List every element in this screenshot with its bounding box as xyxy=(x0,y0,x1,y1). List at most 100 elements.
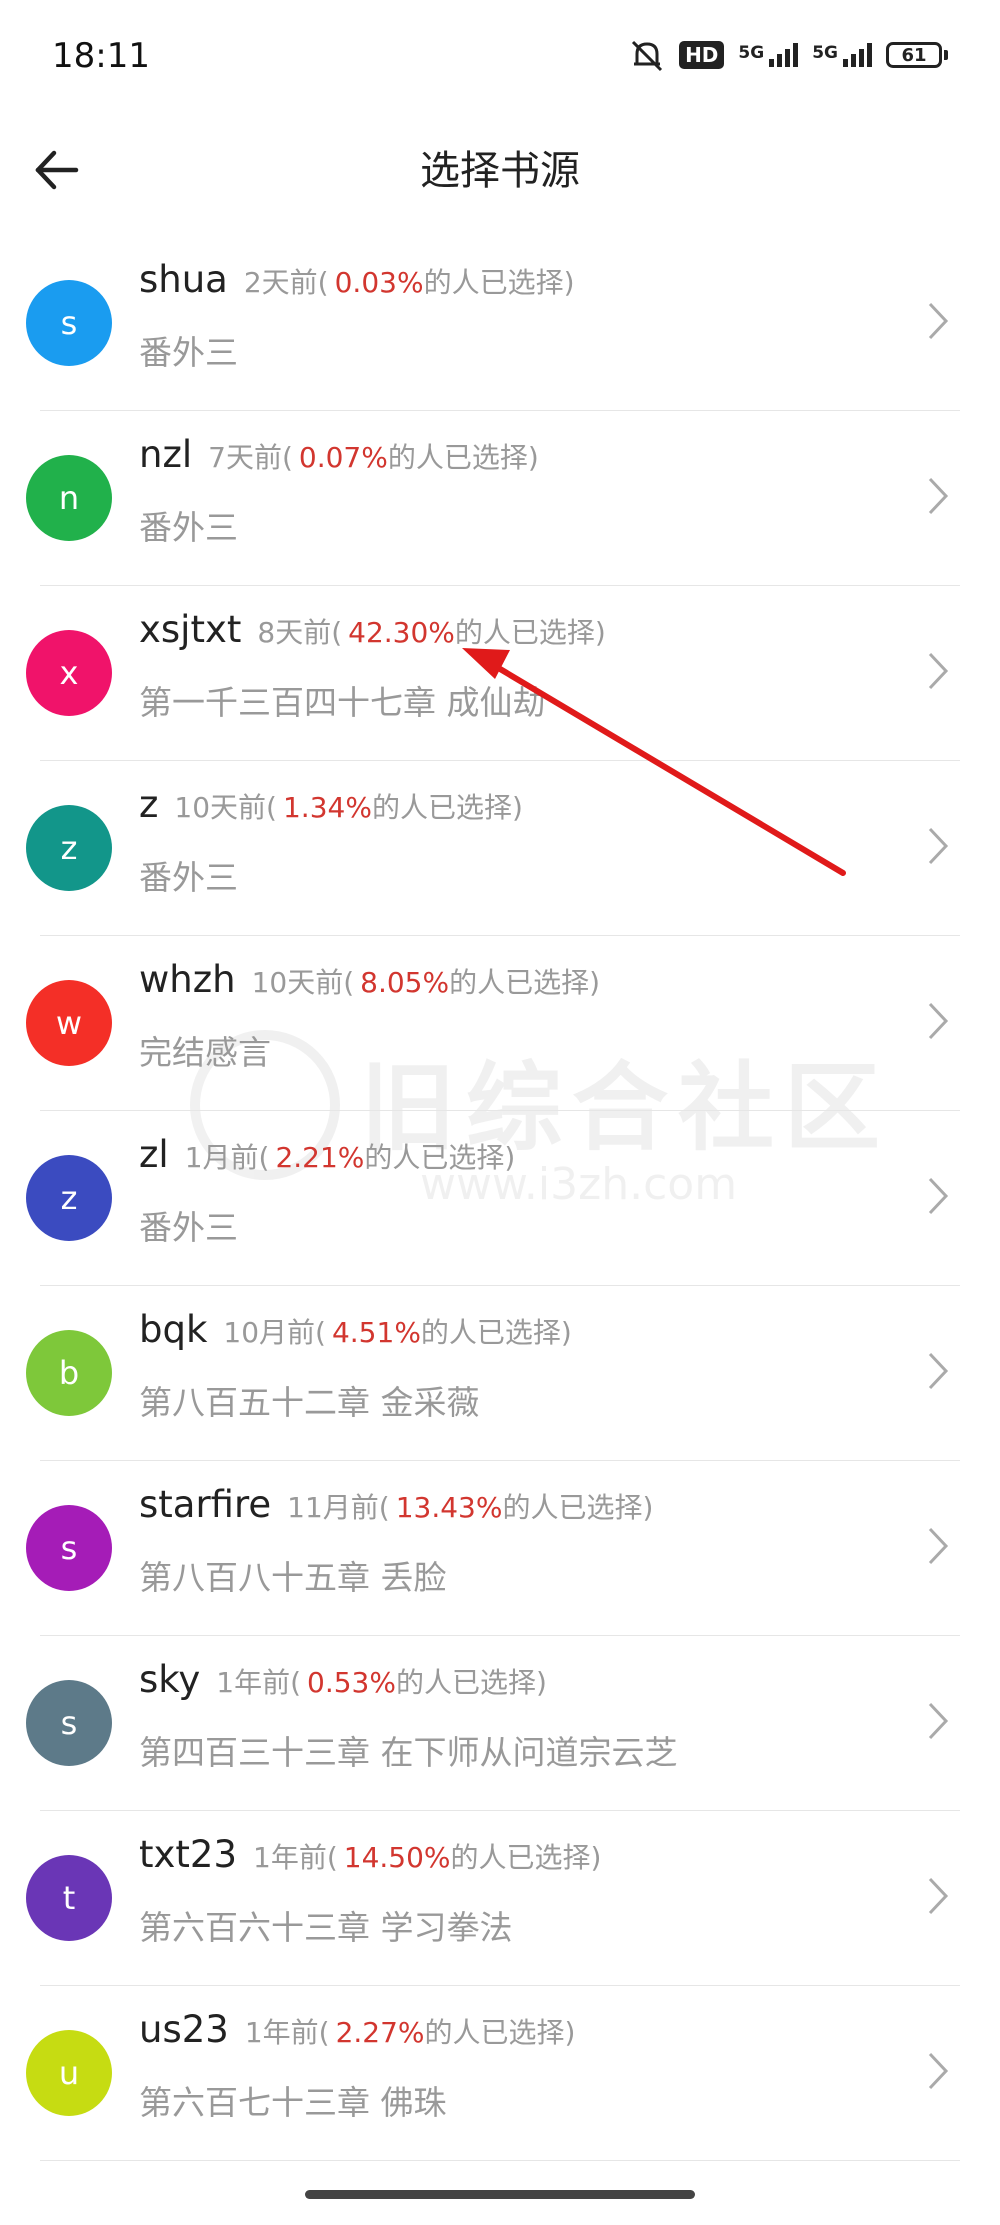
chevron-right-icon xyxy=(928,652,949,690)
source-row[interactable]: s shua 2天前(0.03%的人已选择) 番外三 xyxy=(0,236,1000,411)
source-meta: 1月前(2.21%的人已选择) xyxy=(185,1136,516,1176)
source-name: us23 xyxy=(139,2008,229,2051)
source-suffix: 的人已选择) xyxy=(395,1666,547,1699)
battery-level: 61 xyxy=(886,42,942,68)
source-meta: 8天前(42.30%的人已选择) xyxy=(257,611,605,651)
source-suffix: 的人已选择) xyxy=(371,791,523,824)
source-meta: 2天前(0.03%的人已选择) xyxy=(244,261,575,301)
source-meta: 10天前(1.34%的人已选择) xyxy=(174,786,522,826)
source-time: 10月前( xyxy=(223,1316,326,1349)
source-row[interactable]: z zl 1月前(2.21%的人已选择) 番外三 xyxy=(0,1111,1000,1286)
source-avatar: z xyxy=(26,1155,112,1241)
chevron-right-icon xyxy=(928,1352,949,1390)
source-percent: 42.30% xyxy=(348,616,455,649)
chevron-right-icon xyxy=(928,1702,949,1740)
chevron-right-icon xyxy=(928,1002,949,1040)
source-suffix: 的人已选择) xyxy=(424,2016,576,2049)
source-percent: 1.34% xyxy=(282,791,372,824)
source-meta: 7天前(0.07%的人已选择) xyxy=(208,436,539,476)
source-name: shua xyxy=(139,258,228,301)
source-avatar: n xyxy=(26,455,112,541)
source-percent: 0.03% xyxy=(334,266,424,299)
chevron-right-icon xyxy=(928,477,949,515)
source-row[interactable]: x xsjtxt 8天前(42.30%的人已选择) 第一千三百四十七章 成仙劫 xyxy=(0,586,1000,761)
source-avatar: b xyxy=(26,1330,112,1416)
source-time: 10天前( xyxy=(174,791,277,824)
source-title-line: whzh 10天前(8.05%的人已选择) xyxy=(139,958,600,1001)
source-avatar: s xyxy=(26,280,112,366)
source-latest-chapter: 第八百八十五章 丢脸 xyxy=(139,1558,447,1597)
source-meta: 1年前(14.50%的人已选择) xyxy=(253,1836,601,1876)
source-time: 1年前( xyxy=(253,1841,338,1874)
source-name: nzl xyxy=(139,433,193,476)
source-title-line: sky 1年前(0.53%的人已选择) xyxy=(139,1658,547,1701)
source-avatar: s xyxy=(26,1505,112,1591)
source-title-line: starfire 11月前(13.43%的人已选择) xyxy=(139,1483,653,1526)
source-latest-chapter: 番外三 xyxy=(139,333,238,372)
chevron-right-icon xyxy=(928,1527,949,1565)
source-avatar: s xyxy=(26,1680,112,1766)
source-suffix: 的人已选择) xyxy=(502,1491,654,1524)
source-title-line: z 10天前(1.34%的人已选择) xyxy=(139,783,523,826)
source-meta: 11月前(13.43%的人已选择) xyxy=(287,1486,653,1526)
source-row[interactable]: b bqk 10月前(4.51%的人已选择) 第八百五十二章 金采薇 xyxy=(0,1286,1000,1461)
source-row[interactable]: z z 10天前(1.34%的人已选择) 番外三 xyxy=(0,761,1000,936)
source-title-line: nzl 7天前(0.07%的人已选择) xyxy=(139,433,539,476)
source-row[interactable]: w whzh 10天前(8.05%的人已选择) 完结感言 xyxy=(0,936,1000,1111)
source-name: starfire xyxy=(139,1483,272,1526)
chevron-right-icon xyxy=(928,827,949,865)
source-title-line: zl 1月前(2.21%的人已选择) xyxy=(139,1133,515,1176)
source-row[interactable]: n nzl 7天前(0.07%的人已选择) 番外三 xyxy=(0,411,1000,586)
source-row[interactable]: u us23 1年前(2.27%的人已选择) 第六百七十三章 佛珠 xyxy=(0,1986,1000,2161)
chevron-right-icon xyxy=(928,302,949,340)
source-meta: 1年前(2.27%的人已选择) xyxy=(245,2011,576,2051)
source-row[interactable]: s sky 1年前(0.53%的人已选择) 第四百三十三章 在下师从问道宗云芝 xyxy=(0,1636,1000,1811)
source-percent: 0.07% xyxy=(298,441,388,474)
source-percent: 8.05% xyxy=(360,966,450,999)
source-percent: 13.43% xyxy=(395,1491,503,1524)
source-time: 1月前( xyxy=(184,1141,270,1174)
status-bar: 18:11 HD 5G 5G 61 xyxy=(0,0,1000,120)
source-title-line: txt23 1年前(14.50%的人已选择) xyxy=(139,1833,601,1876)
source-time: 11月前( xyxy=(287,1491,390,1524)
source-time: 1年前( xyxy=(216,1666,302,1699)
source-title-line: bqk 10月前(4.51%的人已选择) xyxy=(139,1308,572,1351)
app-header: 选择书源 xyxy=(0,120,1000,240)
source-time: 10天前( xyxy=(251,966,355,999)
source-latest-chapter: 第一千三百四十七章 成仙劫 xyxy=(139,683,546,722)
source-row[interactable]: s starfire 11月前(13.43%的人已选择) 第八百八十五章 丢脸 xyxy=(0,1461,1000,1636)
source-suffix: 的人已选择) xyxy=(450,1841,602,1874)
source-percent: 14.50% xyxy=(343,1841,451,1874)
hd-badge: HD xyxy=(679,41,725,69)
source-name: sky xyxy=(139,1658,201,1701)
chevron-right-icon xyxy=(928,1177,949,1215)
signal-5g-2-icon: 5G xyxy=(812,43,872,67)
source-percent: 2.27% xyxy=(335,2016,425,2049)
source-time: 7天前( xyxy=(208,441,293,474)
source-avatar: w xyxy=(26,980,112,1066)
source-name: bqk xyxy=(139,1308,208,1351)
page-title: 选择书源 xyxy=(420,148,580,194)
source-time: 8天前( xyxy=(257,616,343,649)
source-avatar: u xyxy=(26,2030,112,2116)
source-name: zl xyxy=(139,1133,169,1176)
source-latest-chapter: 番外三 xyxy=(139,508,238,547)
source-latest-chapter: 第四百三十三章 在下师从问道宗云芝 xyxy=(139,1733,678,1772)
source-percent: 2.21% xyxy=(275,1141,365,1174)
source-row[interactable]: t txt23 1年前(14.50%的人已选择) 第六百六十三章 学习拳法 xyxy=(0,1811,1000,1986)
home-indicator[interactable] xyxy=(305,2190,695,2199)
source-percent: 4.51% xyxy=(331,1316,421,1349)
source-latest-chapter: 完结感言 xyxy=(139,1033,271,1072)
source-avatar: t xyxy=(26,1855,112,1941)
source-latest-chapter: 番外三 xyxy=(139,1208,238,1247)
chevron-right-icon xyxy=(928,1877,949,1915)
status-icons: HD 5G 5G 61 xyxy=(629,38,948,72)
source-meta: 1年前(0.53%的人已选择) xyxy=(216,1661,547,1701)
source-meta: 10天前(8.05%的人已选择) xyxy=(252,961,600,1001)
source-latest-chapter: 第八百五十二章 金采薇 xyxy=(139,1383,480,1422)
source-latest-chapter: 番外三 xyxy=(139,858,238,897)
status-time: 18:11 xyxy=(52,36,150,76)
source-suffix: 的人已选择) xyxy=(387,441,539,474)
source-meta: 10月前(4.51%的人已选择) xyxy=(223,1311,571,1351)
source-name: txt23 xyxy=(139,1833,237,1876)
